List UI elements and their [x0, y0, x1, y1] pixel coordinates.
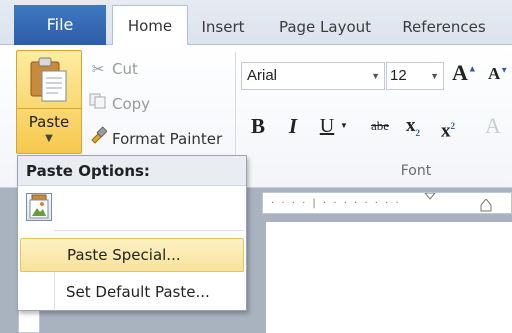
- clipboard-icon: [30, 57, 67, 102]
- font-name-combobox[interactable]: Arial ▼: [241, 62, 385, 90]
- grow-font-icon[interactable]: A▲: [452, 60, 477, 86]
- font-size-value: 12: [390, 67, 407, 84]
- indent-marker-icon[interactable]: [423, 193, 437, 213]
- subscript-button[interactable]: x2: [401, 112, 425, 140]
- superscript-button[interactable]: x2: [436, 112, 460, 142]
- menu-item-set-default-paste[interactable]: Set Default Paste...: [20, 276, 244, 308]
- format-painter-label: Format Painter: [112, 130, 223, 148]
- text-effects-icon[interactable]: A: [478, 112, 508, 140]
- font-name-value: Arial: [247, 67, 278, 84]
- font-size-combobox[interactable]: 12 ▼: [386, 62, 444, 90]
- copy-button[interactable]: Copy: [88, 91, 150, 117]
- subscript-mark: 2: [415, 127, 421, 138]
- paste-split-divider: [17, 108, 81, 109]
- ruler-ticks: · · · · | · · · · · · · ·: [271, 198, 401, 209]
- chevron-down-icon[interactable]: ▼: [338, 112, 350, 140]
- bold-button[interactable]: B: [246, 112, 270, 140]
- subscript-letter: x: [406, 115, 416, 136]
- paste-options-header: Paste Options:: [18, 156, 246, 186]
- cut-label: Cut: [112, 60, 138, 78]
- shrink-font-icon[interactable]: A▼: [488, 64, 508, 84]
- document-page[interactable]: [266, 222, 512, 333]
- cut-button[interactable]: ✂ Cut: [88, 56, 138, 82]
- superscript-mark: 2: [450, 121, 456, 131]
- tab-insert[interactable]: Insert: [196, 9, 250, 45]
- scissors-icon: ✂: [91, 60, 105, 78]
- copy-icon: [88, 91, 108, 117]
- paste-options-menu: Paste Options: Paste Special... Set Defa…: [17, 155, 247, 311]
- chevron-down-icon[interactable]: ▼: [371, 63, 380, 89]
- menu-item-paste-special[interactable]: Paste Special...: [20, 238, 244, 272]
- chevron-down-icon[interactable]: ▼: [430, 63, 439, 89]
- font-group-label: Font: [400, 163, 432, 179]
- underline-button[interactable]: U: [316, 112, 338, 140]
- superscript-letter: x: [441, 120, 451, 142]
- tab-file[interactable]: File: [14, 5, 106, 45]
- format-painter-button[interactable]: Format Painter: [88, 126, 222, 152]
- paste-button[interactable]: Paste ▼: [16, 50, 82, 154]
- ribbon-tab-row: File Home Insert Page Layout References: [0, 0, 512, 46]
- paste-label: Paste: [28, 113, 70, 131]
- menu-separator: [54, 230, 244, 231]
- strikethrough-button[interactable]: abe: [365, 112, 395, 140]
- copy-label: Copy: [112, 95, 151, 113]
- horizontal-ruler[interactable]: · · · · | · · · · · · · ·: [262, 192, 512, 214]
- tab-home[interactable]: Home: [112, 5, 188, 46]
- picture-icon[interactable]: [26, 193, 52, 221]
- italic-button[interactable]: I: [283, 112, 303, 140]
- chevron-down-icon[interactable]: ▼: [17, 133, 81, 144]
- indent-marker-icon[interactable]: [479, 199, 493, 219]
- tab-page-layout[interactable]: Page Layout: [270, 9, 380, 45]
- tab-references[interactable]: References: [396, 9, 492, 45]
- brush-icon: [88, 126, 108, 152]
